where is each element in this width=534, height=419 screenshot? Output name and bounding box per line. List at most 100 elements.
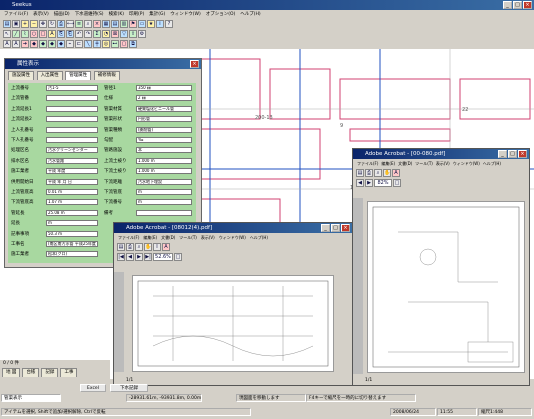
undo-icon[interactable]: ↶ (75, 30, 83, 38)
tab-repair[interactable]: 補修情報 (93, 71, 120, 80)
save-icon[interactable]: ▣ (12, 20, 20, 28)
menu-aggregate[interactable]: 集計(G) (149, 10, 165, 19)
diamond-blue-icon[interactable]: ◆ (57, 40, 65, 48)
pdf1-fit-icon[interactable]: □ (174, 253, 182, 261)
paste-icon[interactable]: ⎗ (66, 30, 74, 38)
excel-button[interactable]: Excel (80, 384, 106, 392)
zoom-in-icon[interactable]: + (21, 20, 29, 28)
pdf1-maximize-button[interactable]: □ (331, 224, 340, 232)
layer-icon[interactable]: ≡ (75, 20, 83, 28)
attr-value-field[interactable] (46, 126, 98, 133)
pdf1-first-page-icon[interactable]: |◀ (117, 253, 125, 261)
node-icon[interactable]: ◎ (102, 40, 110, 48)
pdf1-menu-view[interactable]: 表示(V) (201, 233, 215, 242)
pan-icon[interactable]: ✥ (39, 20, 47, 28)
sewer-record-button[interactable]: 下水記録 (110, 384, 148, 392)
pipe-icon[interactable]: ╪ (93, 40, 101, 48)
diamond-green-2-icon[interactable]: ◆ (48, 40, 56, 48)
star-icon[interactable]: ★ (147, 20, 155, 28)
attr-value-field[interactable]: 平成 年度 (46, 168, 98, 175)
pdf2-menu-view[interactable]: 表示(V) (436, 159, 450, 168)
lock-icon[interactable]: ⊠ (111, 30, 119, 38)
pdf1-close-button[interactable]: × (341, 224, 350, 232)
menu-view[interactable]: 表示(V) (33, 10, 49, 19)
attr-value-field[interactable] (46, 105, 98, 112)
pdf2-print-icon[interactable]: ⎙ (365, 169, 373, 177)
pdf1-menu-help[interactable]: ヘルプ(H) (250, 233, 268, 242)
grid-icon[interactable]: ▦ (102, 20, 110, 28)
box-icon[interactable]: ▢ (120, 40, 128, 48)
search-icon[interactable]: ⌕ (84, 20, 92, 28)
measure-icon[interactable]: ⟷ (66, 20, 74, 28)
attr-value-field-2[interactable]: m (136, 199, 192, 206)
line-icon[interactable]: ╱ (12, 30, 20, 38)
copy-icon[interactable]: ⎘ (57, 30, 65, 38)
window-icon[interactable]: ▭ (138, 20, 146, 28)
attr-value-field-2[interactable]: 2 ㎜ (136, 95, 192, 102)
attr-value-field-2[interactable] (136, 209, 192, 216)
pdf1-prev-page-icon[interactable]: ◀ (126, 253, 134, 261)
menu-sewer[interactable]: 下水道維持(S) (75, 10, 104, 19)
delete-icon[interactable]: × (93, 20, 101, 28)
attr-value-field-2[interactable]: 硬質塩化ビニール管 (136, 105, 192, 112)
attr-value-field-2[interactable]: (開削管) (136, 126, 192, 133)
table-icon[interactable]: ▤ (111, 20, 119, 28)
layer-select[interactable]: 管渠表示 (1, 394, 61, 402)
tab-io[interactable]: 入出属性 (36, 71, 63, 80)
attr-value-field-2[interactable]: 1.000 m (136, 168, 192, 175)
help-icon[interactable]: ? (165, 20, 173, 28)
tab-ledger[interactable]: 台帳 (22, 368, 40, 377)
attr-value-field[interactable]: (南区南汚水管 平成25年度 汚水管工事) (46, 241, 98, 247)
pdf2-fit-icon[interactable]: □ (393, 179, 401, 187)
tab-map[interactable]: 地 図 (2, 368, 21, 377)
attr-value-field[interactable]: 汚1-5 (46, 85, 98, 91)
attr-value-field-2[interactable]: 本 (136, 147, 192, 154)
menu-window[interactable]: ウィンドウ(W) (170, 10, 200, 19)
minimize-button[interactable]: _ (503, 1, 512, 9)
attr-value-field[interactable] (46, 116, 98, 123)
open-icon[interactable]: ▤ (3, 20, 11, 28)
attr-value-field[interactable]: 0.01 m (46, 189, 98, 195)
maximize-button[interactable]: □ (513, 1, 522, 9)
attr-value-field-2[interactable]: 汚水地下埋設 (136, 178, 192, 185)
pdf1-minimize-button[interactable]: _ (321, 224, 330, 232)
font-size-icon[interactable]: A (12, 40, 20, 48)
menu-help[interactable]: ヘルプ(H) (240, 10, 260, 19)
attr-value-field-2[interactable]: 350 ㎜ (136, 85, 192, 91)
attr-value-field[interactable] (46, 137, 98, 143)
pdf2-open-icon[interactable]: ▤ (356, 169, 364, 177)
pdf1-next-page-icon[interactable]: ▶ (135, 253, 143, 261)
pdf1-menu-window[interactable]: ウィンドウ(W) (219, 233, 246, 242)
close-button[interactable]: × (523, 1, 532, 9)
pdf1-menu-file[interactable]: ファイル(F) (118, 233, 139, 242)
pdf2-close-button[interactable]: × (518, 150, 527, 158)
attr-value-field[interactable]: 50.3 m (46, 230, 98, 237)
pdf2-acrobat-icon[interactable]: A (392, 169, 400, 177)
menu-options[interactable]: オプション(O) (206, 10, 236, 19)
export-icon[interactable]: ⇪ (129, 30, 137, 38)
pdf2-menu-window[interactable]: ウィンドウ(W) (453, 159, 480, 168)
polyline-icon[interactable]: ⌇ (21, 30, 29, 38)
connect-icon[interactable]: ⊷ (111, 40, 119, 48)
pdf1-menu-edit[interactable]: 編集(E) (143, 233, 157, 242)
bracket-icon[interactable]: ⊏ (75, 40, 83, 48)
tab-management[interactable]: 管理属性 (65, 71, 92, 80)
pdf2-search-icon[interactable]: ⌕ (374, 169, 382, 177)
attr-value-field[interactable]: 松本(クロ) (46, 251, 98, 258)
group-icon[interactable]: ⧉ (129, 40, 137, 48)
filter-icon[interactable]: ▽ (120, 30, 128, 38)
text-icon[interactable]: A (48, 30, 56, 38)
pdf2-menu-edit[interactable]: 編集(E) (381, 159, 395, 168)
pdf1-menu-doc[interactable]: 文書(D) (161, 233, 175, 242)
pdf1-last-page-icon[interactable]: ▶| (144, 253, 152, 261)
flag-icon[interactable]: ⚑ (129, 20, 137, 28)
font-bold-icon[interactable]: A (3, 40, 11, 48)
pdf2-minimize-button[interactable]: _ (498, 150, 507, 158)
pdf1-open-icon[interactable]: ▤ (117, 243, 125, 251)
settings-icon[interactable]: ⚙ (138, 30, 146, 38)
menu-draw[interactable]: 描画(D) (54, 10, 70, 19)
diamond-red-icon[interactable]: ◆ (30, 40, 38, 48)
tab-record[interactable]: 記録 (41, 368, 59, 377)
pdf1-acrobat-icon[interactable]: A (162, 243, 170, 251)
rect-icon[interactable]: □ (39, 30, 47, 38)
